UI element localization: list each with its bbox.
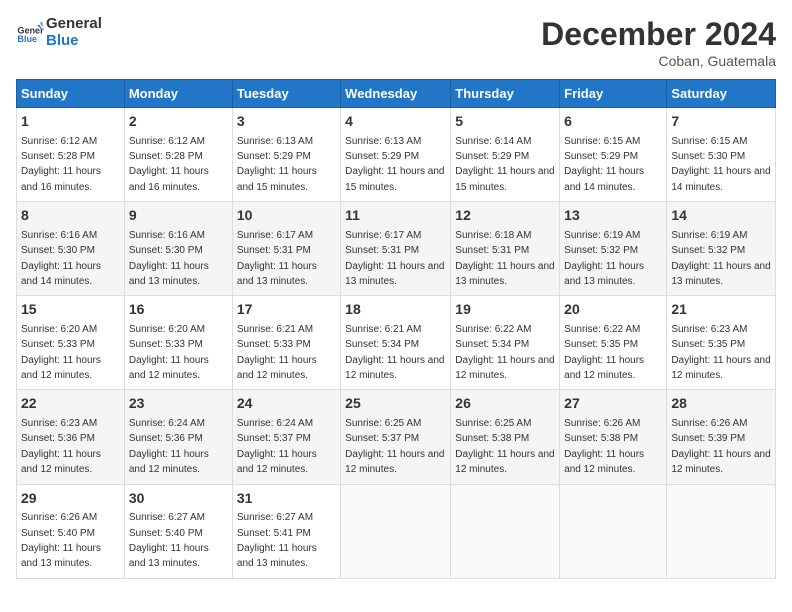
calendar-cell	[451, 484, 560, 578]
calendar-cell: 2Sunrise: 6:12 AMSunset: 5:28 PMDaylight…	[124, 108, 232, 202]
calendar-cell: 18Sunrise: 6:21 AMSunset: 5:34 PMDayligh…	[341, 296, 451, 390]
header-row: Sunday Monday Tuesday Wednesday Thursday…	[17, 80, 776, 108]
col-tuesday: Tuesday	[232, 80, 340, 108]
calendar-cell: 23Sunrise: 6:24 AMSunset: 5:36 PMDayligh…	[124, 390, 232, 484]
calendar-week-2: 8Sunrise: 6:16 AMSunset: 5:30 PMDaylight…	[17, 202, 776, 296]
calendar-cell: 28Sunrise: 6:26 AMSunset: 5:39 PMDayligh…	[667, 390, 776, 484]
calendar-cell: 22Sunrise: 6:23 AMSunset: 5:36 PMDayligh…	[17, 390, 125, 484]
calendar-cell: 16Sunrise: 6:20 AMSunset: 5:33 PMDayligh…	[124, 296, 232, 390]
col-saturday: Saturday	[667, 80, 776, 108]
calendar-cell: 8Sunrise: 6:16 AMSunset: 5:30 PMDaylight…	[17, 202, 125, 296]
calendar-cell: 21Sunrise: 6:23 AMSunset: 5:35 PMDayligh…	[667, 296, 776, 390]
calendar-cell: 11Sunrise: 6:17 AMSunset: 5:31 PMDayligh…	[341, 202, 451, 296]
calendar-cell: 26Sunrise: 6:25 AMSunset: 5:38 PMDayligh…	[451, 390, 560, 484]
title-block: December 2024 Coban, Guatemala	[541, 16, 776, 69]
calendar-week-5: 29Sunrise: 6:26 AMSunset: 5:40 PMDayligh…	[17, 484, 776, 578]
col-sunday: Sunday	[17, 80, 125, 108]
calendar-cell: 6Sunrise: 6:15 AMSunset: 5:29 PMDaylight…	[560, 108, 667, 202]
month-title: December 2024	[541, 16, 776, 53]
calendar-cell	[560, 484, 667, 578]
calendar-cell: 9Sunrise: 6:16 AMSunset: 5:30 PMDaylight…	[124, 202, 232, 296]
calendar-cell: 10Sunrise: 6:17 AMSunset: 5:31 PMDayligh…	[232, 202, 340, 296]
page-header: General Blue General Blue December 2024 …	[16, 16, 776, 69]
logo: General Blue General Blue	[16, 16, 102, 49]
col-friday: Friday	[560, 80, 667, 108]
calendar-table: Sunday Monday Tuesday Wednesday Thursday…	[16, 79, 776, 579]
calendar-cell: 12Sunrise: 6:18 AMSunset: 5:31 PMDayligh…	[451, 202, 560, 296]
calendar-cell: 4Sunrise: 6:13 AMSunset: 5:29 PMDaylight…	[341, 108, 451, 202]
calendar-cell	[667, 484, 776, 578]
calendar-cell: 20Sunrise: 6:22 AMSunset: 5:35 PMDayligh…	[560, 296, 667, 390]
calendar-cell: 31Sunrise: 6:27 AMSunset: 5:41 PMDayligh…	[232, 484, 340, 578]
calendar-cell: 29Sunrise: 6:26 AMSunset: 5:40 PMDayligh…	[17, 484, 125, 578]
svg-text:Blue: Blue	[17, 33, 37, 43]
logo-line1: General	[46, 16, 102, 33]
calendar-week-4: 22Sunrise: 6:23 AMSunset: 5:36 PMDayligh…	[17, 390, 776, 484]
calendar-cell: 19Sunrise: 6:22 AMSunset: 5:34 PMDayligh…	[451, 296, 560, 390]
calendar-cell: 25Sunrise: 6:25 AMSunset: 5:37 PMDayligh…	[341, 390, 451, 484]
calendar-cell: 15Sunrise: 6:20 AMSunset: 5:33 PMDayligh…	[17, 296, 125, 390]
col-wednesday: Wednesday	[341, 80, 451, 108]
logo-icon: General Blue	[16, 18, 44, 46]
calendar-cell: 3Sunrise: 6:13 AMSunset: 5:29 PMDaylight…	[232, 108, 340, 202]
calendar-week-3: 15Sunrise: 6:20 AMSunset: 5:33 PMDayligh…	[17, 296, 776, 390]
calendar-cell	[341, 484, 451, 578]
calendar-week-1: 1Sunrise: 6:12 AMSunset: 5:28 PMDaylight…	[17, 108, 776, 202]
calendar-cell: 14Sunrise: 6:19 AMSunset: 5:32 PMDayligh…	[667, 202, 776, 296]
calendar-cell: 17Sunrise: 6:21 AMSunset: 5:33 PMDayligh…	[232, 296, 340, 390]
calendar-cell: 7Sunrise: 6:15 AMSunset: 5:30 PMDaylight…	[667, 108, 776, 202]
col-monday: Monday	[124, 80, 232, 108]
calendar-cell: 27Sunrise: 6:26 AMSunset: 5:38 PMDayligh…	[560, 390, 667, 484]
logo-line2: Blue	[46, 33, 102, 50]
location: Coban, Guatemala	[541, 53, 776, 69]
calendar-cell: 13Sunrise: 6:19 AMSunset: 5:32 PMDayligh…	[560, 202, 667, 296]
calendar-cell: 5Sunrise: 6:14 AMSunset: 5:29 PMDaylight…	[451, 108, 560, 202]
calendar-cell: 1Sunrise: 6:12 AMSunset: 5:28 PMDaylight…	[17, 108, 125, 202]
calendar-cell: 24Sunrise: 6:24 AMSunset: 5:37 PMDayligh…	[232, 390, 340, 484]
calendar-cell: 30Sunrise: 6:27 AMSunset: 5:40 PMDayligh…	[124, 484, 232, 578]
col-thursday: Thursday	[451, 80, 560, 108]
